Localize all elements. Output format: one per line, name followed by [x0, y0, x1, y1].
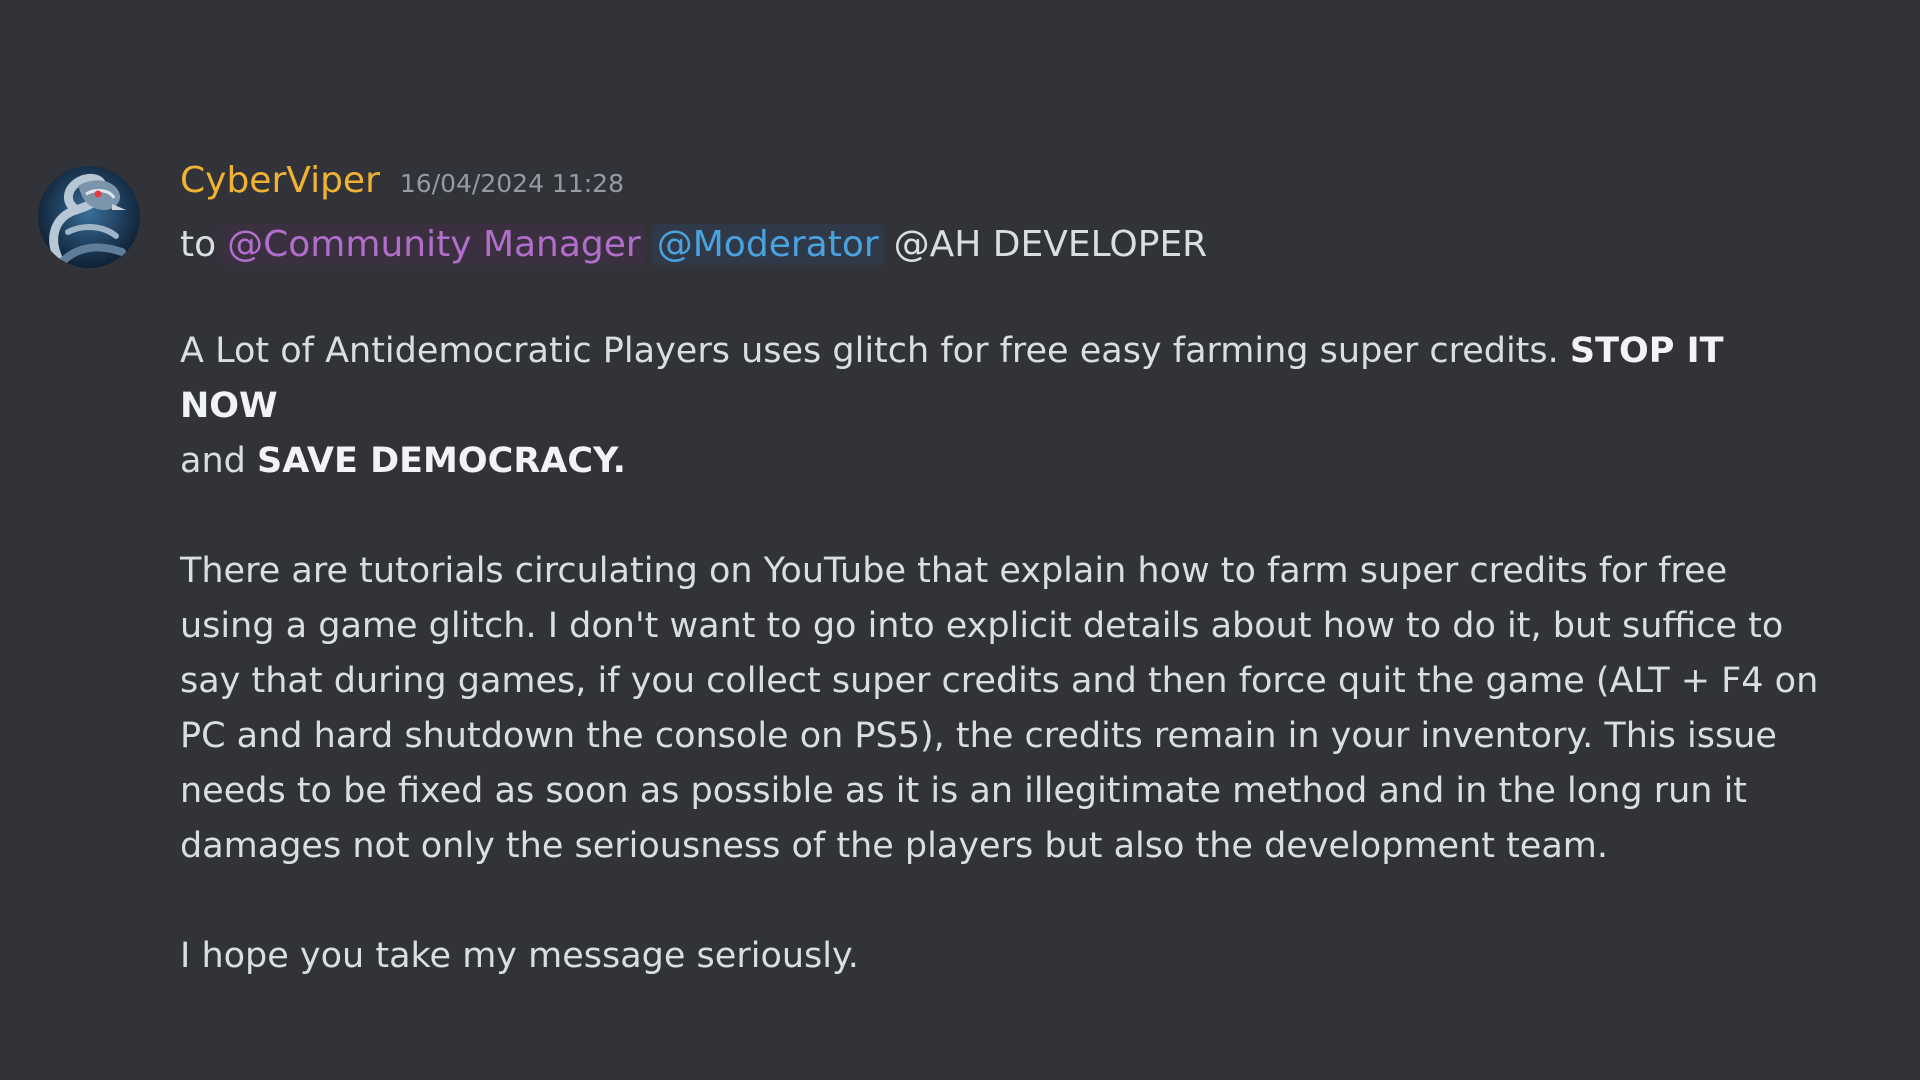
timestamp: 16/04/2024 11:28	[399, 169, 624, 198]
chat-message: CyberViper 16/04/2024 11:28 to @Communit…	[0, 0, 1920, 1080]
paragraph-1-text-b: and	[180, 441, 246, 481]
paragraph-1-text-a: A Lot of Antidemocratic Players uses gli…	[180, 331, 1559, 371]
message-paragraph-2: There are tutorials circulating on YouTu…	[180, 551, 1819, 866]
mention-moderator[interactable]: @Moderator	[651, 223, 884, 265]
to-label: to	[180, 223, 217, 265]
username[interactable]: CyberViper	[180, 160, 380, 201]
message-paragraph-1: A Lot of Antidemocratic Players uses gli…	[180, 324, 1820, 489]
message-content: CyberViper 16/04/2024 11:28 to @Communit…	[180, 160, 1820, 984]
mention-community-manager[interactable]: @Community Manager	[222, 223, 646, 265]
message-paragraph-3: I hope you take my message seriously.	[180, 936, 859, 976]
paragraph-1-bold-b: SAVE DEMOCRACY.	[257, 441, 626, 481]
cobra-avatar-icon	[38, 166, 140, 268]
message-header: CyberViper 16/04/2024 11:28	[180, 160, 1820, 216]
mention-line: to @Community Manager @Moderator @AH DEV…	[180, 216, 1820, 272]
user-avatar[interactable]	[38, 166, 140, 268]
mention-ah-developer: @AH DEVELOPER	[893, 223, 1208, 265]
